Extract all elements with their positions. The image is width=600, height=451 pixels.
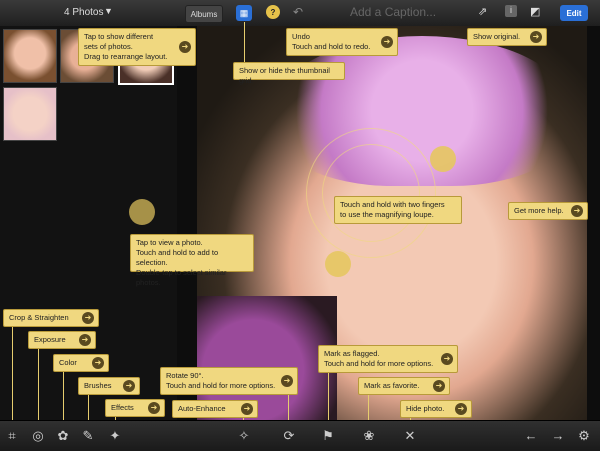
info-icon[interactable]: i: [505, 5, 517, 17]
tip-text: Tap to show different sets of photos. Dr…: [84, 32, 168, 61]
tip-undo: Undo Touch and hold to redo. ➜: [286, 28, 398, 56]
tip-text: Mark as flagged. Touch and hold for more…: [324, 349, 434, 368]
share-icon[interactable]: ⇗: [478, 5, 487, 18]
arrow-right-icon[interactable]: ➜: [82, 312, 94, 324]
exposure-icon[interactable]: ◎: [30, 428, 46, 444]
brushes-icon[interactable]: ✎: [80, 428, 96, 444]
arrow-right-icon[interactable]: ➜: [148, 402, 160, 414]
favorite-icon[interactable]: ❀: [361, 428, 377, 444]
thumbnail-4[interactable]: [3, 87, 57, 141]
chevron-down-icon[interactable]: ▼: [104, 6, 113, 16]
tip-text: Undo Touch and hold to redo.: [292, 32, 371, 51]
arrow-right-icon[interactable]: ➜: [123, 380, 135, 392]
tip-text: Auto-Enhance: [178, 404, 226, 413]
tip-text: Color: [59, 358, 77, 367]
tip-show-original: Show original. ➜: [467, 28, 547, 46]
arrow-right-icon[interactable]: ➜: [530, 31, 542, 43]
tip-flagged: Mark as flagged. Touch and hold for more…: [318, 345, 458, 373]
edit-button[interactable]: Edit: [560, 5, 588, 21]
effects-icon[interactable]: ✦: [107, 428, 123, 444]
color-icon[interactable]: ✿: [55, 428, 71, 444]
arrow-right-icon[interactable]: ➜: [381, 36, 393, 48]
tip-text: Crop & Straighten: [9, 313, 69, 322]
tip-text: Brushes: [84, 381, 112, 390]
tip-favorite: Mark as favorite. ➜: [358, 377, 450, 395]
tip-text: Get more help.: [514, 206, 564, 215]
arrow-right-icon[interactable]: ➜: [179, 41, 191, 53]
grid-button[interactable]: ▦: [236, 5, 252, 21]
tip-auto-enhance: Auto-Enhance ➜: [172, 400, 258, 418]
arrow-right-icon[interactable]: ➜: [455, 403, 467, 415]
tip-text: Touch and hold with two fingers to use t…: [340, 200, 445, 219]
albums-button[interactable]: Albums: [185, 5, 223, 23]
touch-point-3: [129, 199, 155, 225]
top-toolbar: 4 Photos ▼ Albums ▦ ? ↶ Add a Caption...…: [0, 0, 600, 27]
rotate-icon[interactable]: ⟳: [281, 428, 297, 444]
arrow-right-icon[interactable]: ➜: [92, 357, 104, 369]
help-button[interactable]: ?: [266, 5, 280, 19]
pointer-line: [63, 370, 64, 426]
tip-brushes: Brushes ➜: [78, 377, 140, 395]
tip-color: Color ➜: [53, 354, 109, 372]
arrow-left-icon[interactable]: ←: [523, 428, 539, 444]
touch-point-2: [325, 251, 351, 277]
gear-icon[interactable]: ⚙: [576, 428, 592, 444]
flag-icon[interactable]: ⚑: [320, 428, 336, 444]
arrow-right-icon[interactable]: →: [550, 428, 566, 444]
tip-help: Get more help. ➜: [508, 202, 588, 220]
arrow-right-icon[interactable]: ➜: [281, 375, 293, 387]
tip-sets: Tap to show different sets of photos. Dr…: [78, 28, 196, 66]
tip-text: Rotate 90°. Touch and hold for more opti…: [166, 371, 276, 390]
loupe-inner-ring: [322, 144, 420, 242]
tip-view-photo: Tap to view a photo. Touch and hold to a…: [130, 234, 254, 287]
pointer-line: [244, 22, 245, 64]
tip-text: Hide photo.: [406, 404, 445, 413]
tip-hide: Hide photo. ➜: [400, 400, 472, 418]
tip-text: Show original.: [473, 32, 521, 41]
tip-rotate: Rotate 90°. Touch and hold for more opti…: [160, 367, 298, 395]
tip-text: Effects: [111, 403, 134, 412]
touch-point-1: [430, 146, 456, 172]
arrow-right-icon[interactable]: ➜: [571, 205, 583, 217]
tip-grid: Show or hide the thumbnail grid.: [233, 62, 345, 85]
photos-count-label[interactable]: 4 Photos: [64, 7, 103, 18]
arrow-right-icon[interactable]: ➜: [441, 353, 453, 365]
hide-icon[interactable]: ✕: [402, 428, 418, 444]
tip-effects: Effects ➜: [105, 399, 165, 417]
pointer-line: [38, 348, 39, 426]
tip-crop: Crop & Straighten ➜: [3, 309, 99, 327]
thumbnail-1[interactable]: [3, 29, 57, 83]
pointer-line: [12, 326, 13, 426]
auto-enhance-icon[interactable]: ✧: [236, 428, 252, 444]
caption-input[interactable]: Add a Caption...: [350, 5, 436, 19]
question-icon: ?: [270, 7, 276, 17]
tip-text: Exposure: [34, 335, 66, 344]
arrow-right-icon[interactable]: ➜: [433, 380, 445, 392]
tip-exposure: Exposure ➜: [28, 331, 96, 349]
arrow-right-icon[interactable]: ➜: [79, 334, 91, 346]
arrow-right-icon[interactable]: ➜: [241, 403, 253, 415]
compare-icon[interactable]: ◩: [530, 5, 540, 18]
tip-loupe: Touch and hold with two fingers to use t…: [334, 196, 462, 224]
tip-text: Mark as favorite.: [364, 381, 420, 390]
grid-icon: ▦: [239, 7, 249, 18]
pointer-line: [328, 370, 329, 426]
crop-icon[interactable]: ⌗: [4, 428, 20, 444]
undo-icon[interactable]: ↶: [293, 5, 303, 19]
